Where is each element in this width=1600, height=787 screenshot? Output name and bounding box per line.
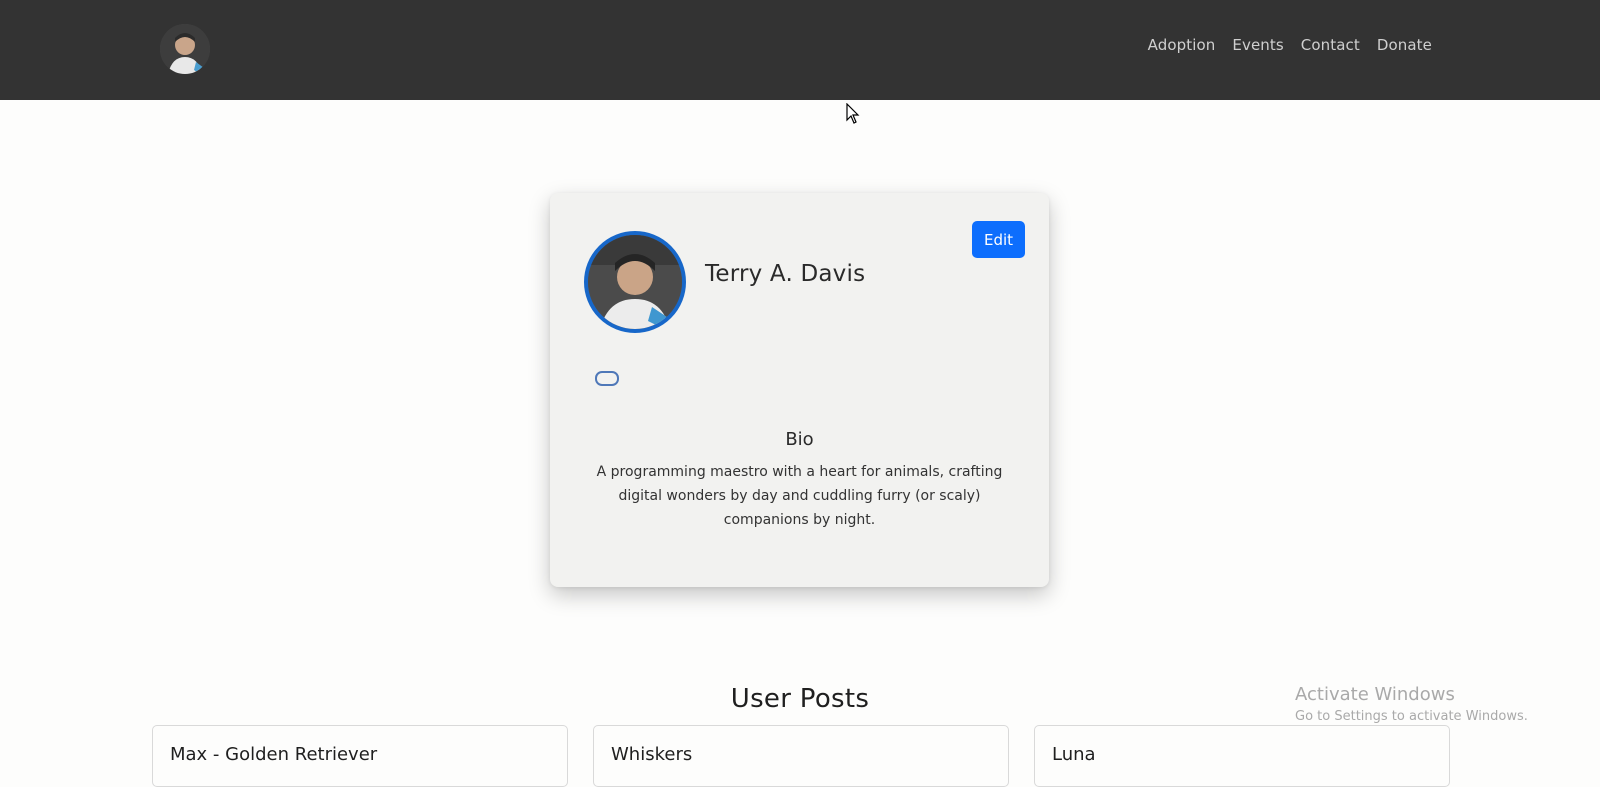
nav-avatar[interactable] [160, 24, 210, 74]
mouse-cursor-icon [846, 103, 860, 124]
bio-text: A programming maestro with a heart for a… [596, 464, 1003, 528]
nav-links: Adoption Events Contact Donate [1148, 36, 1432, 54]
nav-link-contact[interactable]: Contact [1301, 36, 1360, 54]
top-navbar: Adoption Events Contact Donate [0, 0, 1600, 100]
windows-activation-watermark: Activate Windows Go to Settings to activ… [1295, 684, 1528, 724]
nav-link-donate[interactable]: Donate [1377, 36, 1432, 54]
post-card[interactable]: Max - Golden Retriever [152, 725, 568, 787]
post-title: Luna [1052, 744, 1096, 765]
watermark-title: Activate Windows [1295, 684, 1455, 705]
post-title: Whiskers [611, 744, 693, 765]
post-card[interactable]: Luna [1034, 725, 1450, 787]
profile-card: Terry A. Davis Edit Bio A programming ma… [550, 193, 1049, 587]
post-title: Max - Golden Retriever [170, 744, 378, 765]
edit-profile-button[interactable]: Edit [972, 221, 1025, 258]
empty-badge[interactable] [595, 371, 619, 386]
bio-heading: Bio [785, 429, 814, 450]
nav-link-events[interactable]: Events [1232, 36, 1283, 54]
post-card[interactable]: Whiskers [593, 725, 1009, 787]
watermark-subtitle: Go to Settings to activate Windows. [1295, 709, 1528, 724]
profile-name: Terry A. Davis [705, 261, 866, 287]
avatar-image-icon [160, 24, 210, 74]
nav-link-adoption[interactable]: Adoption [1148, 36, 1216, 54]
profile-avatar [584, 231, 686, 333]
profile-photo-icon [588, 235, 682, 329]
